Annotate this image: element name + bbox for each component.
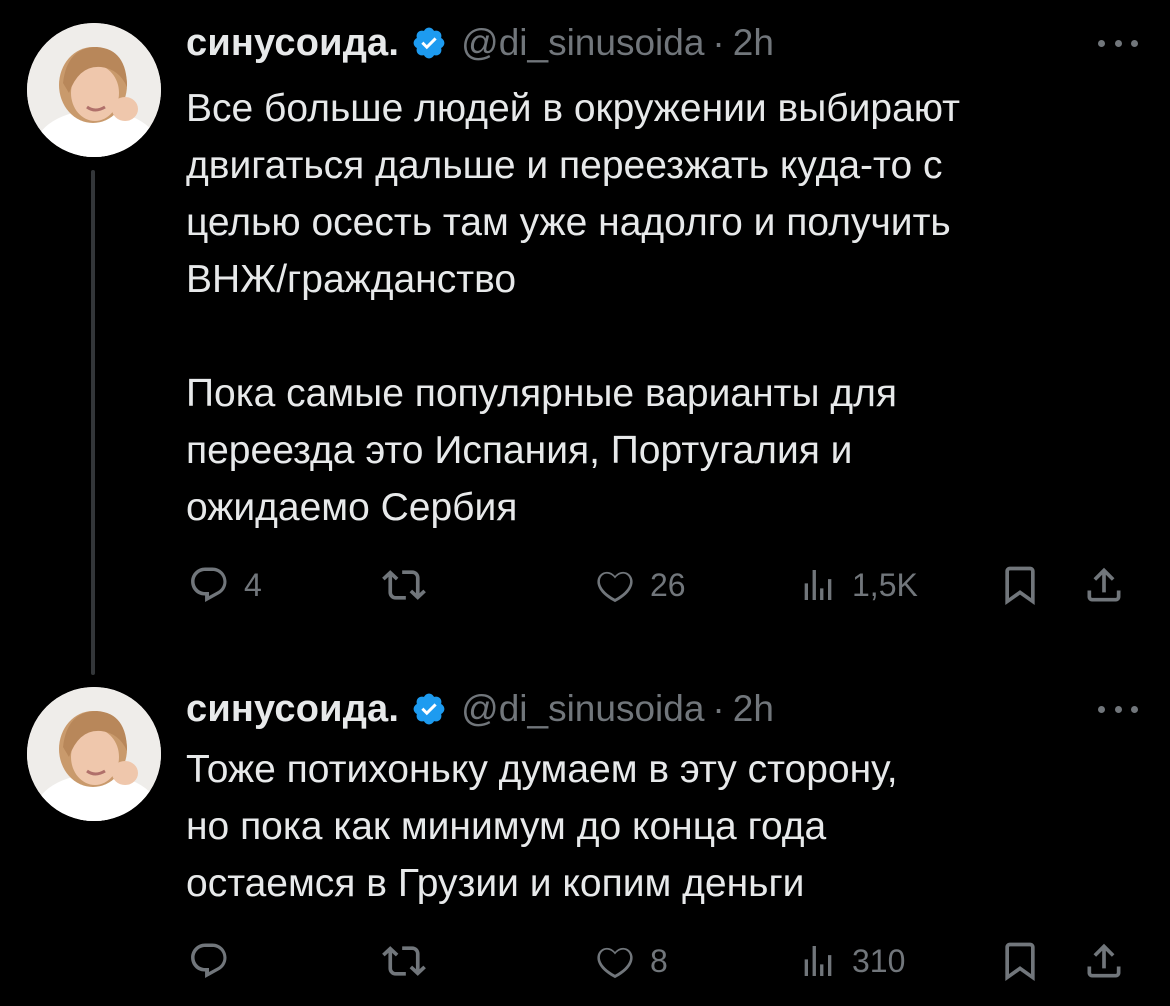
views-icon — [804, 570, 832, 600]
tweet-text-line: двигаться дальше и переезжать куда-то с — [186, 144, 943, 187]
heart-icon — [597, 947, 633, 979]
tweet-header: синусоида. @di_sinusoida · 2h — [186, 18, 774, 68]
timestamp[interactable]: 2h — [733, 22, 774, 64]
retweet-button[interactable] — [382, 934, 440, 988]
views-count: 310 — [852, 942, 906, 979]
tweet-text-line: остаемся в Грузии и копим деньги — [186, 862, 805, 905]
tweet-text-line: Тоже потихоньку думаем в эту сторону, — [186, 748, 898, 791]
timestamp[interactable]: 2h — [733, 688, 774, 730]
avatar[interactable] — [27, 687, 161, 821]
views-icon — [804, 946, 832, 976]
views-button[interactable]: 1,5K — [798, 558, 918, 612]
tweet-actions: 8 310 — [186, 934, 1146, 988]
tweet-text-line: Пока самые популярные варианты для — [186, 372, 897, 415]
retweet-icon — [382, 946, 426, 976]
tweet-text-line: но пока как минимум до конца года — [186, 805, 827, 848]
bookmark-icon — [1005, 942, 1035, 982]
share-icon — [1087, 567, 1121, 602]
share-icon — [1087, 943, 1121, 978]
views-count: 1,5K — [852, 566, 918, 603]
tweet-text-line: Все больше людей в окружении выбирают — [186, 87, 961, 130]
display-name[interactable]: синусоида. — [186, 688, 399, 731]
verified-badge-icon — [411, 691, 447, 727]
like-button[interactable]: 8 — [594, 934, 668, 988]
heart-icon — [597, 571, 633, 603]
tweet-text: Тоже потихоньку думаем в эту сторону, но… — [186, 741, 1136, 912]
reply-count: 4 — [244, 566, 262, 603]
retweet-button[interactable] — [382, 558, 440, 612]
retweet-icon — [382, 570, 426, 600]
reply-icon — [191, 943, 227, 978]
like-count: 26 — [650, 566, 686, 603]
tweet-text-line: переезда это Испания, Португалия и — [186, 429, 853, 472]
user-handle[interactable]: @di_sinusoida — [461, 688, 704, 730]
tweet-text-line: ВНЖ/гражданство — [186, 258, 517, 301]
tweet[interactable]: синусоида. @di_sinusoida · 2h Все больше… — [0, 0, 1170, 660]
display-name[interactable]: синусоида. — [186, 22, 399, 65]
reply-button[interactable]: 4 — [188, 558, 262, 612]
tweet-text-line: целью осесть там уже надолго и получить — [186, 201, 951, 244]
more-options-icon[interactable] — [1098, 37, 1138, 49]
tweet-actions: 4 26 1,5K — [186, 558, 1146, 612]
bookmark-icon — [1005, 566, 1035, 606]
separator-dot: · — [712, 22, 725, 63]
tweet-header: синусоида. @di_sinusoida · 2h — [186, 684, 774, 734]
tweet-text: Все больше людей в окружении выбирают дв… — [186, 80, 1136, 536]
more-options-icon[interactable] — [1098, 703, 1138, 715]
like-button[interactable]: 26 — [594, 558, 686, 612]
user-handle[interactable]: @di_sinusoida — [461, 22, 704, 64]
share-button[interactable] — [1082, 558, 1126, 612]
reply-button[interactable] — [188, 934, 244, 988]
bookmark-button[interactable] — [998, 934, 1042, 988]
reply-icon — [191, 567, 227, 602]
views-button[interactable]: 310 — [798, 934, 905, 988]
tweet-text-line: ожидаемо Сербия — [186, 486, 518, 529]
avatar[interactable] — [27, 23, 161, 157]
bookmark-button[interactable] — [998, 558, 1042, 612]
verified-badge-icon — [411, 25, 447, 61]
separator-dot: · — [712, 688, 725, 729]
share-button[interactable] — [1082, 934, 1126, 988]
like-count: 8 — [650, 942, 668, 979]
tweet[interactable]: синусоида. @di_sinusoida · 2h Тоже потих… — [0, 660, 1170, 1006]
